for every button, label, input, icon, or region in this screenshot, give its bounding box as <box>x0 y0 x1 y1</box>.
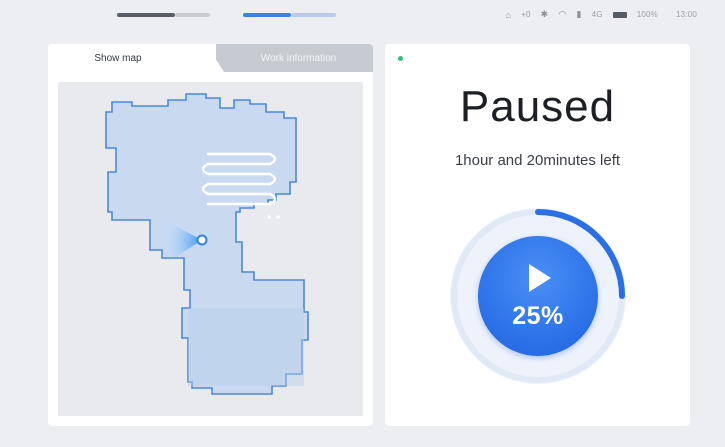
status-indicator-blue <box>243 13 291 17</box>
play-button[interactable]: 25% <box>478 236 598 356</box>
floor-map <box>105 93 309 395</box>
system-status: ⌂ +0 ✱ ◠ ▮ 4G 100% 13:00 <box>505 9 697 20</box>
robot-count: +0 <box>521 10 531 19</box>
status-card: Paused 1hour and 20minutes left 25% <box>385 44 690 426</box>
online-indicator <box>398 56 403 61</box>
battery-icon <box>612 11 627 18</box>
tab-bar: Work information Show map <box>48 44 373 72</box>
status-title: Paused <box>459 82 616 131</box>
tab-show-map[interactable]: Show map <box>48 44 216 72</box>
progress-percent: 25% <box>512 302 564 330</box>
robot-icon <box>196 234 208 246</box>
map-marker <box>267 215 271 219</box>
tab-work-information[interactable]: Work information <box>206 44 373 72</box>
map-card: Work information Show map <box>48 44 373 426</box>
status-indicator-dark-tail <box>175 13 210 17</box>
map-marker <box>276 215 280 219</box>
robot-icon: ⌂ <box>505 9 512 20</box>
play-icon <box>529 264 551 292</box>
clock: 13:00 <box>675 10 697 19</box>
wifi-icon: ◠ <box>558 9 567 19</box>
status-indicator-blue-tail <box>291 13 336 17</box>
network-type: 4G <box>591 10 603 19</box>
map-view[interactable] <box>58 82 363 416</box>
bluetooth-icon: ✱ <box>540 9 549 19</box>
room-highlight <box>188 308 304 386</box>
status-indicator-dark <box>117 13 175 17</box>
status-bar: ⌂ +0 ✱ ◠ ▮ 4G 100% 13:00 <box>0 0 725 32</box>
remaining-time: 1hour and 20minutes left <box>454 152 621 169</box>
signal-icon: ▮ <box>576 9 582 19</box>
battery-percent: 100% <box>636 10 658 19</box>
